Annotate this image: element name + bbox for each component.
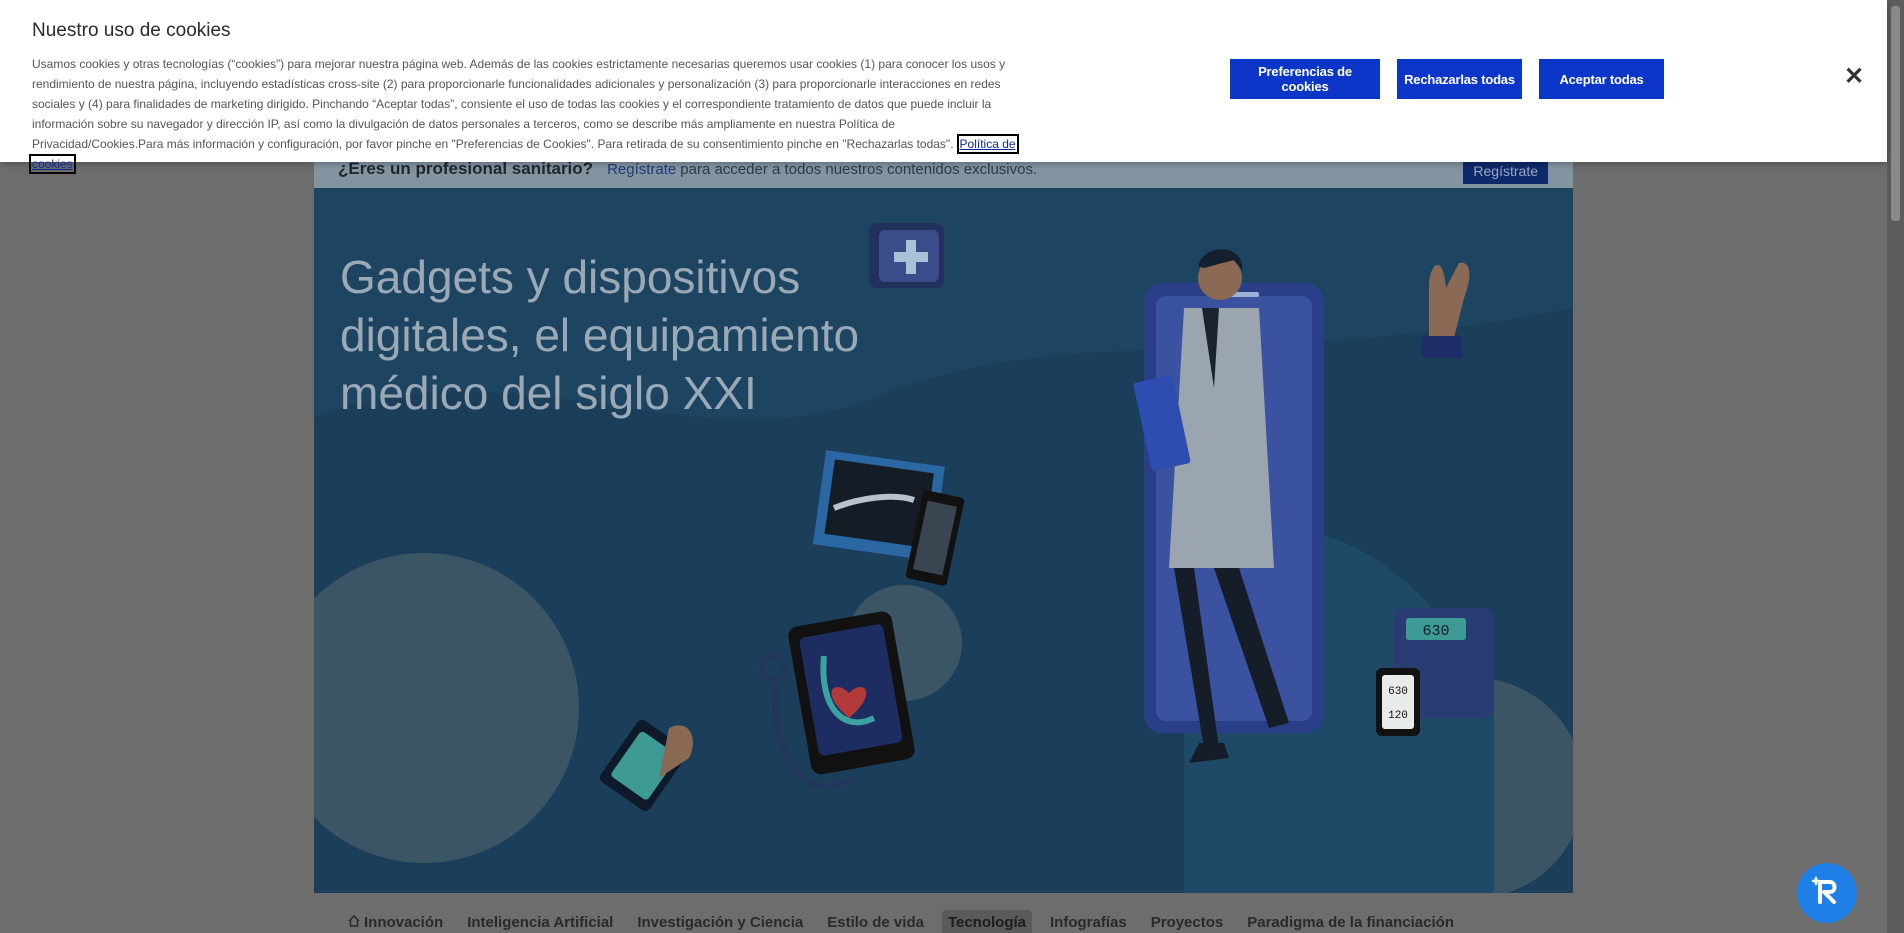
assistant-button[interactable] <box>1797 863 1857 923</box>
reject-all-button[interactable]: Rechazarlas todas <box>1397 59 1522 99</box>
cookie-text: Usamos cookies y otras tecnologías (“coo… <box>32 57 1006 151</box>
page-scrollbar[interactable] <box>1887 0 1904 933</box>
nav-item-inteligencia-artificial[interactable]: Inteligencia Artificial <box>461 910 619 933</box>
close-icon[interactable]: ✕ <box>1843 65 1865 89</box>
cookie-banner: Nuestro uso de cookies Usamos cookies y … <box>0 0 1887 174</box>
nav-item-paradigma-financiacion[interactable]: Paradigma de la financiación <box>1241 910 1460 933</box>
nav-item-tecnologia[interactable]: Tecnología <box>941 910 1033 933</box>
cookie-description: Usamos cookies y otras tecnologías (“coo… <box>29 54 1022 174</box>
bp-reading-diastolic: 120 <box>1388 710 1408 722</box>
bp-reading-main: 630 <box>1422 623 1449 640</box>
bp-reading-systolic: 630 <box>1388 686 1408 698</box>
category-nav: Innovación Inteligencia Artificial Inves… <box>342 910 1472 933</box>
home-icon <box>348 914 360 931</box>
cookie-title: Nuestro uso de cookies <box>32 20 231 41</box>
nav-item-innovacion[interactable]: Innovación <box>342 910 449 933</box>
cookie-preferences-button[interactable]: Preferencias de cookies <box>1230 59 1380 99</box>
accept-all-button[interactable]: Aceptar todas <box>1539 59 1664 99</box>
nav-item-label: Innovación <box>364 914 444 931</box>
hero-banner: 630 630 120 Gadgets y dispositivos digit… <box>314 188 1573 893</box>
nav-item-proyectos[interactable]: Proyectos <box>1145 910 1230 933</box>
scrollbar-thumb[interactable] <box>1891 6 1900 221</box>
hero-title: Gadgets y dispositivos digitales, el equ… <box>340 251 860 419</box>
nav-item-estilo-vida[interactable]: Estilo de vida <box>821 910 930 933</box>
nav-item-investigacion-ciencia[interactable]: Investigación y Ciencia <box>631 910 809 933</box>
assistant-icon <box>1810 874 1844 913</box>
nav-item-infografias[interactable]: Infografías <box>1044 910 1133 933</box>
